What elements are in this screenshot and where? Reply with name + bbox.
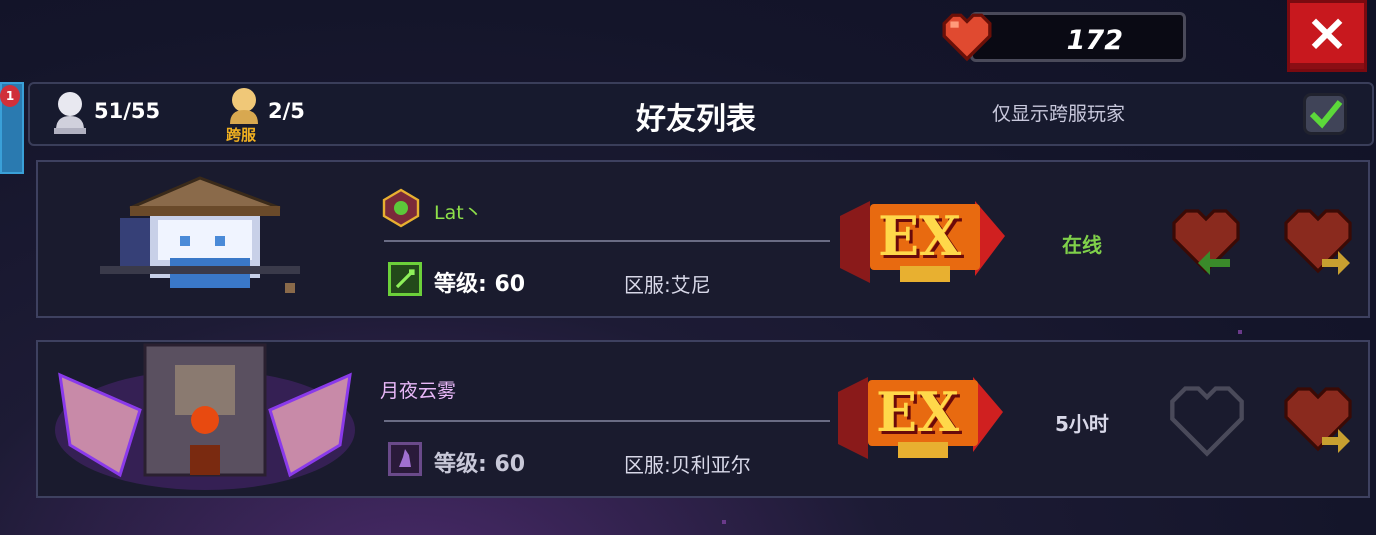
cross-server-filter-checkbox[interactable]	[1303, 93, 1347, 135]
sparkle	[1238, 330, 1242, 334]
guild-emblem-icon	[382, 188, 420, 228]
close-button[interactable]: ×	[1287, 0, 1367, 72]
sparkle	[722, 520, 726, 524]
heart-count: 172	[1066, 25, 1123, 56]
notification-badge: 1	[0, 85, 20, 107]
ex-rank-badge: EX	[838, 372, 1003, 464]
friend-avatar	[100, 176, 300, 293]
friend-name: Lat丶	[434, 202, 483, 224]
receive-heart-button[interactable]	[1170, 206, 1242, 276]
ex-badge-label: EX	[876, 380, 960, 444]
friend-status: 在线	[1062, 233, 1102, 257]
heart-send-icon	[1284, 387, 1352, 453]
class-icon	[388, 262, 422, 296]
divider	[384, 420, 830, 422]
player-silhouette-icon	[54, 92, 86, 134]
heart-send-icon	[1284, 209, 1352, 275]
friend-level: 等级: 60	[434, 452, 526, 477]
checkmark-icon	[1309, 100, 1343, 129]
friend-name: 月夜云雾	[380, 380, 457, 402]
heart-outline-icon	[1170, 386, 1244, 457]
friend-status: 5小时	[1055, 412, 1109, 436]
cross-server-label: 跨服	[226, 126, 257, 144]
cross-server-player-icon	[230, 88, 258, 124]
receive-heart-button[interactable]	[1168, 384, 1246, 458]
friend-server: 区服:贝利亚尔	[624, 453, 751, 477]
cross-server-filter-label: 仅显示跨服玩家	[992, 103, 1126, 125]
heart-counter: 172	[940, 8, 1188, 62]
ex-badge-label: EX	[878, 204, 962, 268]
ex-rank-badge: EX	[840, 196, 1005, 288]
friend-avatar	[55, 343, 355, 490]
friends-count: 51/55	[94, 99, 161, 123]
heart-counter-box: 172	[970, 12, 1186, 62]
heart-receive-icon	[1172, 209, 1240, 275]
close-icon: ×	[1305, 3, 1349, 63]
friend-server: 区服:艾尼	[624, 273, 711, 297]
cross-server-count: 2/5	[268, 99, 305, 123]
heart-icon	[942, 13, 992, 62]
page-title: 好友列表	[636, 102, 756, 137]
friend-level: 等级: 60	[434, 272, 526, 297]
divider	[384, 240, 830, 242]
send-heart-button[interactable]	[1282, 384, 1354, 454]
send-heart-button[interactable]	[1282, 206, 1354, 276]
class-icon	[388, 442, 422, 476]
